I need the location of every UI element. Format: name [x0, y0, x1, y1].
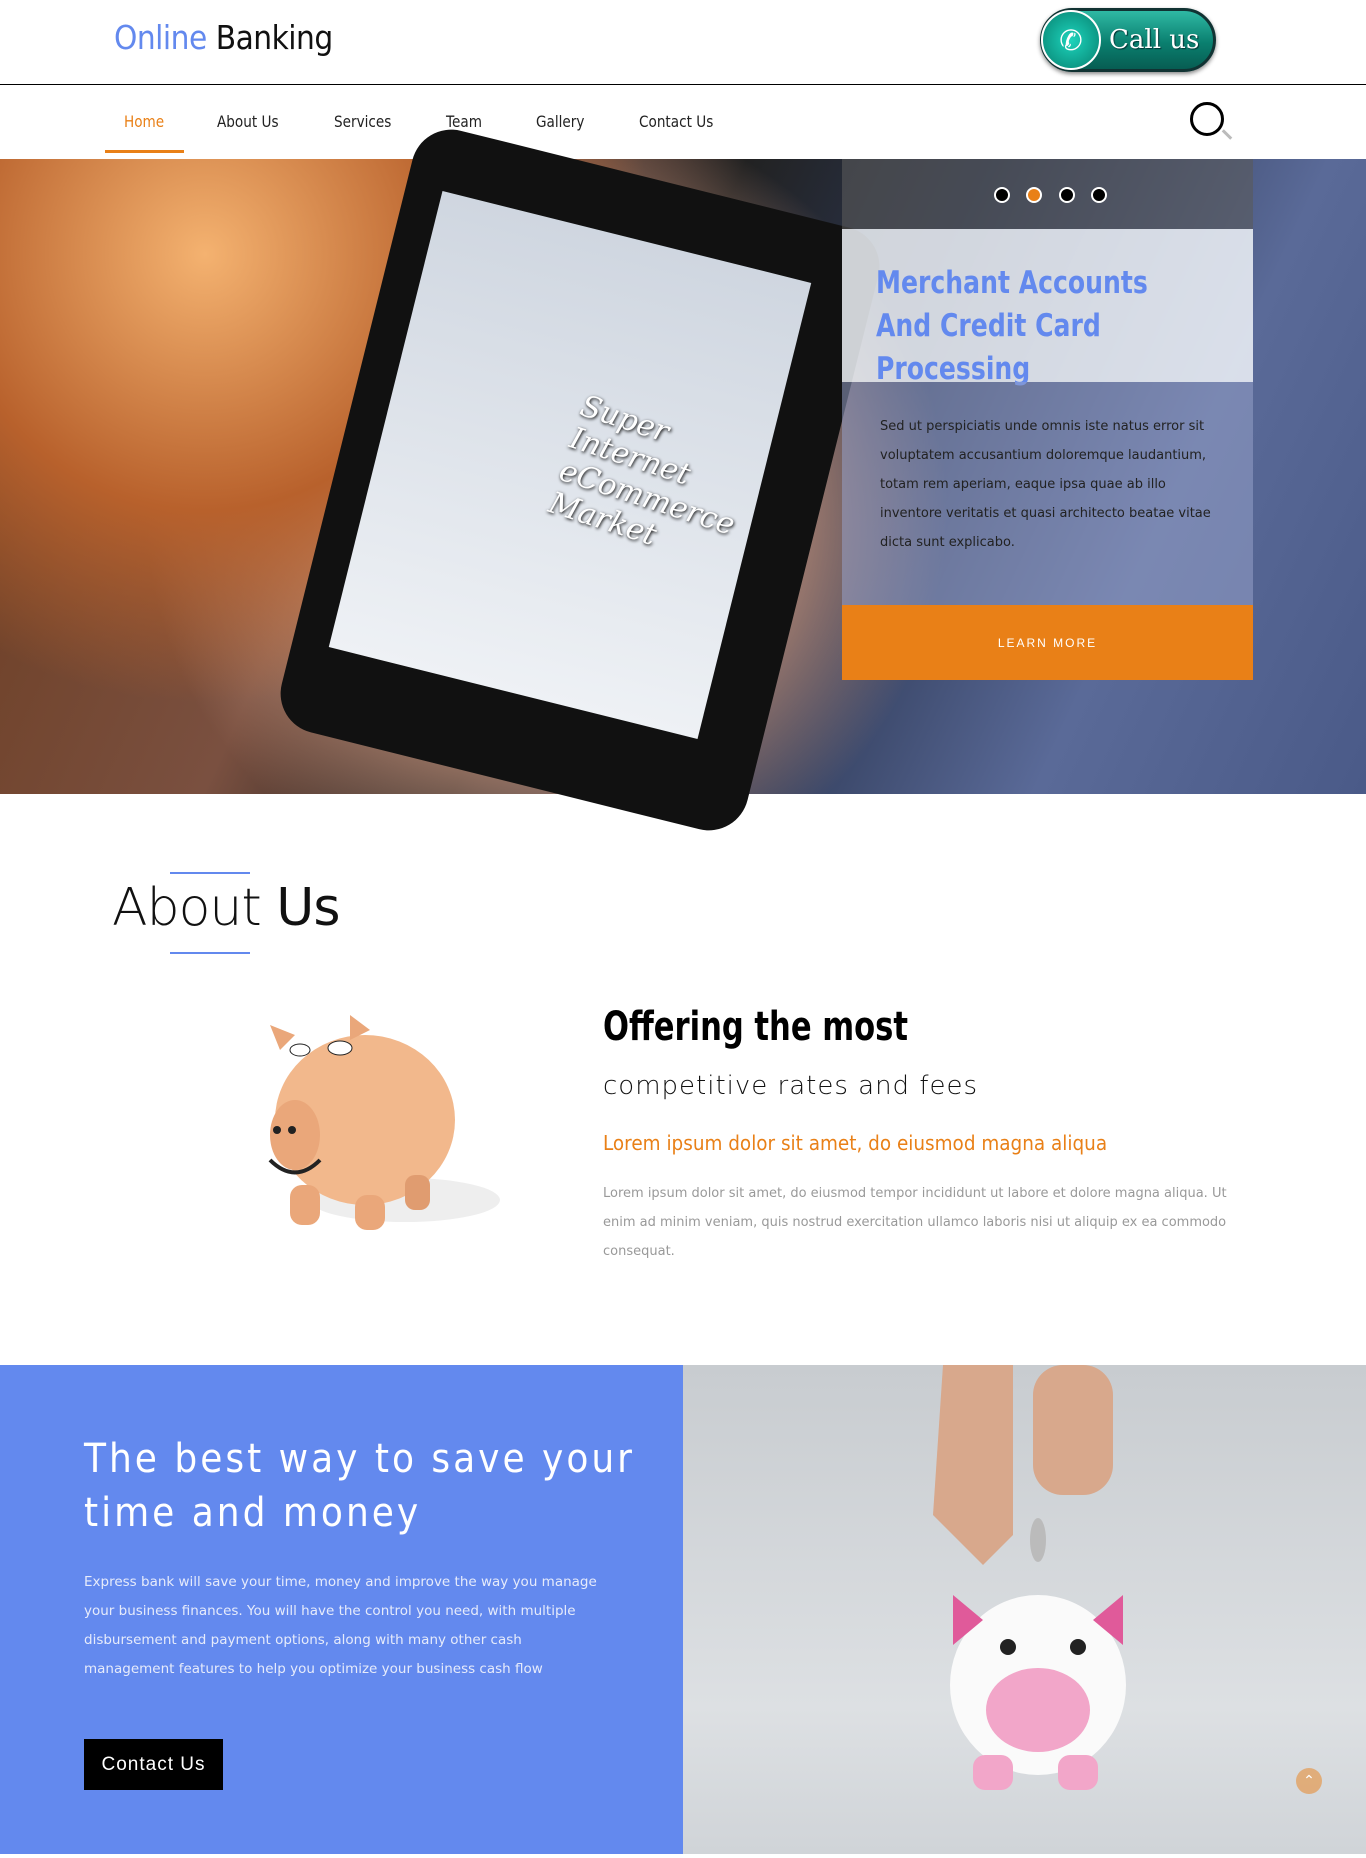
piggy-bank-image [268, 1015, 500, 1230]
learn-more-button[interactable]: LEARN MORE [842, 605, 1253, 680]
about-subtitle: competitive rates and fees [603, 1071, 979, 1101]
save-body: Express bank will save your time, money … [84, 1574, 597, 1677]
slider-dots-bar [842, 159, 1253, 229]
about-heading: About Us [112, 878, 340, 938]
slide-text: Sed ut perspiciatis unde omnis iste natu… [880, 419, 1211, 550]
nav-services[interactable]: Services [334, 112, 391, 131]
heading-line [170, 872, 250, 874]
phone-icon: ✆ [1041, 10, 1101, 70]
coin-piggy-image [683, 1365, 1366, 1854]
scroll-to-top-icon[interactable]: ⌃ [1296, 1768, 1322, 1794]
about-body: Lorem ipsum dolor sit amet, do eiusmod t… [603, 1186, 1227, 1259]
save-heading: The best way to save your time and money [84, 1436, 635, 1536]
logo[interactable]: Online Banking [114, 18, 333, 57]
nav-contact-us[interactable]: Contact Us [639, 112, 713, 131]
piggy-illustration [933, 1365, 1126, 1790]
slide-dot-2[interactable] [1026, 187, 1042, 203]
divider [0, 84, 1366, 85]
search-icon[interactable] [1190, 102, 1224, 136]
about-title: Offering the most [603, 1004, 908, 1050]
slide-title: Merchant Accounts And Credit Card Proces… [876, 265, 1148, 387]
nav-gallery[interactable]: Gallery [536, 112, 584, 131]
slide-dot-1[interactable] [994, 187, 1010, 203]
nav-about-us[interactable]: About Us [217, 112, 279, 131]
nav-team[interactable]: Team [446, 112, 482, 131]
slide-dot-3[interactable] [1059, 187, 1075, 203]
heading-line [170, 952, 250, 954]
call-us-button[interactable]: ✆ Call us [1040, 8, 1216, 72]
about-highlight: Lorem ipsum dolor sit amet, do eiusmod m… [603, 1131, 1108, 1155]
slide-dot-4[interactable] [1091, 187, 1107, 203]
contact-us-button[interactable]: Contact Us [84, 1739, 223, 1790]
active-nav-indicator [105, 150, 184, 153]
nav-home[interactable]: Home [124, 112, 164, 131]
